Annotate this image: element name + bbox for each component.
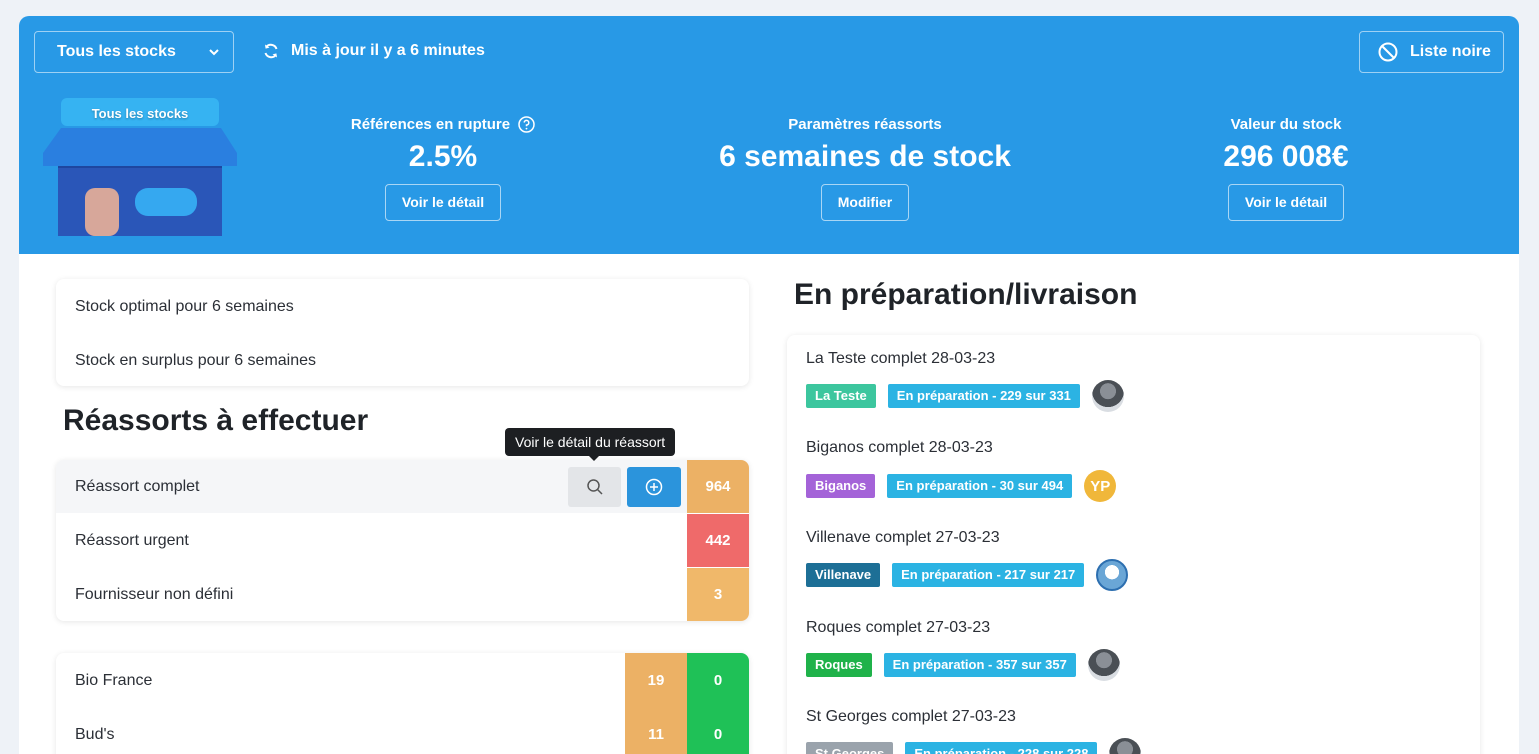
reassort-count: 442 (687, 514, 749, 567)
store-tag: La Teste (806, 384, 876, 408)
status-tag: En préparation - 357 sur 357 (883, 653, 1076, 677)
supplier-count-done: 0 (687, 707, 749, 754)
update-text: Mis à jour il y a 6 minutes (291, 42, 485, 59)
preparation-item-title: Villenave complet 27-03-23 (806, 529, 1000, 546)
stock-select[interactable]: Tous les stocks (34, 31, 234, 73)
preparation-item[interactable]: St Georges complet 27-03-23 St Georges E… (806, 708, 1142, 754)
reassort-count: 3 (687, 568, 749, 621)
status-tag: En préparation - 229 sur 331 (887, 384, 1080, 408)
suppliers-card: Bio France 19 0 Bud's 11 0 (56, 653, 749, 754)
view-detail-button[interactable] (568, 467, 621, 507)
reassort-label: Fournisseur non défini (75, 586, 234, 603)
rupture-detail-button[interactable]: Voir le détail (384, 184, 502, 221)
update-status[interactable]: Mis à jour il y a 6 minutes (263, 42, 485, 60)
supplier-row[interactable]: Bud's 11 0 (56, 707, 749, 754)
chevron-down-icon (209, 49, 219, 56)
store-tag: Roques (806, 653, 872, 677)
tooltip: Voir le détail du réassort (505, 428, 676, 461)
help-icon[interactable] (518, 115, 535, 133)
avatar (1091, 380, 1124, 412)
metric-value-title: Valeur du stock (1230, 115, 1342, 133)
metric-value-amount: 296 008€ (1223, 140, 1349, 173)
preparation-item-title: La Teste complet 28-03-23 (806, 350, 996, 367)
avatar (1087, 649, 1120, 681)
reassort-label: Réassort complet (75, 478, 200, 495)
stock-surplus-item[interactable]: Stock en surplus pour 6 semaines (75, 352, 316, 370)
preparation-item-title: Roques complet 27-03-23 (806, 619, 991, 636)
metric-reassort-params: Paramètres réassorts 6 semaines de stock… (705, 114, 1025, 221)
avatar (1109, 738, 1142, 754)
preparation-item[interactable]: Villenave complet 27-03-23 Villenave En … (806, 529, 1129, 591)
supplier-count-pending: 19 (625, 653, 687, 707)
reassort-row[interactable]: Réassort complet 964 (56, 460, 749, 513)
preparation-item-title: Biganos complet 28-03-23 (806, 439, 993, 456)
preparation-item[interactable]: Biganos complet 28-03-23 Biganos En prép… (806, 439, 1117, 502)
supplier-label: Bud's (75, 726, 115, 743)
metric-rupture: Références en rupture 2.5% Voir le détai… (323, 114, 563, 221)
plus-circle-icon (645, 478, 663, 496)
stock-value-detail-button[interactable]: Voir le détail (1227, 184, 1345, 221)
metric-rupture-value: 2.5% (408, 140, 478, 173)
reassort-row[interactable]: Réassort urgent 442 (56, 514, 749, 567)
reassort-count: 964 (687, 460, 749, 513)
status-tag: En préparation - 217 sur 217 (892, 563, 1085, 587)
header-panel: Tous les stocks Mis à jour il y a 6 minu… (19, 16, 1519, 254)
avatar: YP (1084, 470, 1117, 502)
blacklist-button[interactable]: Liste noire (1359, 31, 1504, 73)
reassort-row[interactable]: Fournisseur non défini 3 (56, 568, 749, 621)
status-tag: En préparation - 228 sur 228 (905, 742, 1098, 754)
reassorts-title: Réassorts à effectuer (63, 404, 369, 437)
stock-status-card: Stock optimal pour 6 semaines Stock en s… (56, 279, 749, 386)
metric-stock-value: Valeur du stock 296 008€ Voir le détail (1166, 114, 1406, 221)
ban-icon (1378, 42, 1398, 62)
store-tag: St Georges (806, 742, 894, 754)
reassorts-card: Réassort complet 964 Réassort urgent 442… (56, 460, 749, 621)
supplier-label: Bio France (75, 672, 153, 689)
preparation-item-title: St Georges complet 27-03-23 (806, 708, 1016, 725)
store-tag: Biganos (806, 474, 876, 498)
blacklist-label: Liste noire (1410, 43, 1491, 60)
preparation-item[interactable]: Roques complet 27-03-23 Roques En prépar… (806, 619, 1120, 681)
supplier-row[interactable]: Bio France 19 0 (56, 653, 749, 707)
status-tag: En préparation - 30 sur 494 (887, 474, 1073, 498)
preparation-title: En préparation/livraison (794, 278, 1138, 311)
metric-params-value: 6 semaines de stock (719, 140, 1011, 173)
preparation-card: La Teste complet 28-03-23 La Teste En pr… (787, 335, 1480, 754)
avatar (1096, 559, 1129, 591)
stock-select-value: Tous les stocks (57, 43, 176, 60)
supplier-count-done: 0 (687, 653, 749, 707)
modify-params-button[interactable]: Modifier (820, 184, 910, 221)
metric-params-title: Paramètres réassorts (788, 115, 942, 133)
preparation-item[interactable]: La Teste complet 28-03-23 La Teste En pr… (806, 350, 1124, 412)
metric-rupture-title: Références en rupture (350, 115, 511, 133)
reassort-label: Réassort urgent (75, 532, 189, 549)
refresh-icon (264, 43, 278, 59)
stock-optimal-item[interactable]: Stock optimal pour 6 semaines (75, 298, 294, 316)
search-icon (586, 479, 603, 495)
store-tag: Villenave (806, 563, 881, 587)
add-reassort-button[interactable] (627, 467, 681, 507)
supplier-count-pending: 11 (625, 707, 687, 754)
shop-label: Tous les stocks (91, 106, 189, 121)
